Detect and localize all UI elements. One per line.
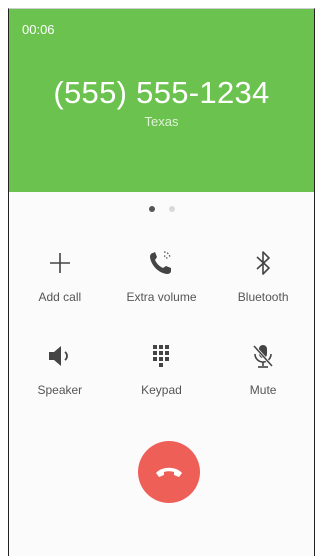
page-indicator: [9, 206, 314, 212]
extra-volume-label: Extra volume: [126, 290, 197, 304]
page-dot-1: [148, 206, 155, 212]
keypad-button[interactable]: Keypad: [111, 340, 213, 397]
caller-number: (555) 555-1234: [53, 75, 270, 110]
keypad-icon: [145, 340, 177, 372]
bluetooth-label: Bluetooth: [237, 290, 289, 304]
end-call-button[interactable]: [138, 441, 200, 503]
extra-volume-button[interactable]: Extra volume: [111, 247, 213, 304]
call-header: 00:06 (555) 555-1234 Texas: [9, 9, 314, 192]
phone-volume-icon: [145, 247, 177, 279]
call-timer: 00:06: [22, 22, 55, 37]
page-dot-2: [168, 206, 175, 212]
add-call-button[interactable]: Add call: [9, 247, 111, 304]
speaker-label: Speaker: [37, 383, 83, 397]
end-call-icon: [156, 467, 182, 477]
speaker-button[interactable]: Speaker: [9, 340, 111, 397]
mute-button[interactable]: Mute: [212, 340, 314, 397]
keypad-label: Keypad: [141, 383, 182, 397]
add-call-label: Add call: [38, 290, 82, 304]
call-actions-row-1: Add call Extra volume Bluetooth: [9, 247, 314, 304]
mute-label: Mute: [249, 383, 277, 397]
caller-location: Texas: [144, 114, 179, 129]
call-actions-row-2: Speaker Keypad Mute: [9, 340, 314, 397]
plus-icon: [44, 247, 76, 279]
bluetooth-button[interactable]: Bluetooth: [212, 247, 314, 304]
bluetooth-icon: [247, 247, 279, 279]
speaker-icon: [44, 340, 76, 372]
mute-mic-icon: [247, 340, 279, 372]
phone-screen: 00:06 (555) 555-1234 Texas Add call Extr…: [8, 8, 315, 556]
